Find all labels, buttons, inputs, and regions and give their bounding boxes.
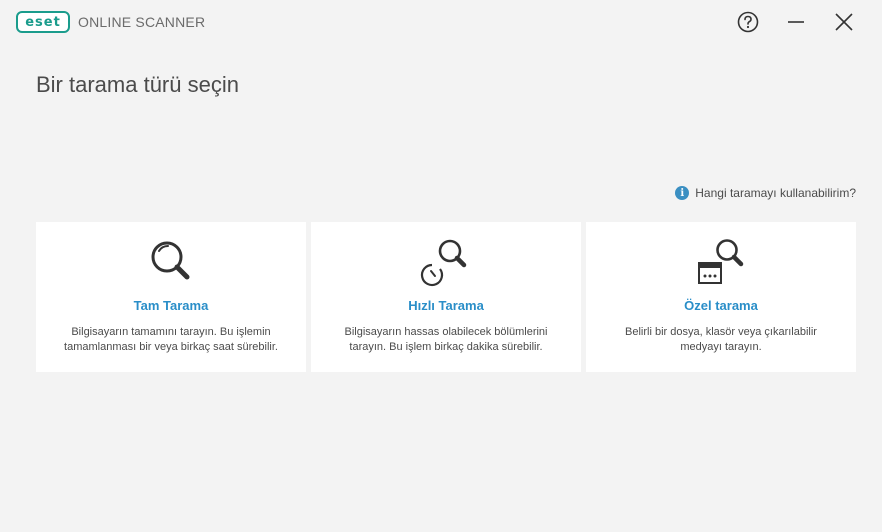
card-description: Bilgisayarın tamamını tarayın. Bu işlemi… bbox=[48, 325, 294, 355]
card-description-line: medyayı tarayın. bbox=[680, 341, 762, 353]
quick-scan-icon bbox=[418, 236, 474, 288]
help-button[interactable] bbox=[732, 8, 764, 36]
magnifier-icon bbox=[143, 236, 199, 288]
card-title: Hızlı Tarama bbox=[408, 298, 484, 313]
custom-scan-card[interactable]: Özel tarama Belirli bir dosya, klasör ve… bbox=[586, 222, 856, 372]
help-link[interactable]: i Hangi taramayı kullanabilirim? bbox=[675, 186, 856, 200]
close-icon bbox=[835, 13, 853, 31]
minimize-button[interactable] bbox=[780, 8, 812, 36]
eset-online-scanner-window: eset ONLINE SCANNER Bir tarama türü seçi… bbox=[0, 0, 882, 532]
card-title: Özel tarama bbox=[684, 298, 758, 313]
card-description-line: Bilgisayarın hassas olabilecek bölümleri… bbox=[344, 326, 548, 338]
title-bar: eset ONLINE SCANNER bbox=[0, 0, 882, 44]
minimize-icon bbox=[788, 21, 804, 23]
card-title: Tam Tarama bbox=[133, 298, 209, 313]
card-description-line: Bilgisayarın tamamını tarayın. Bu işlemi… bbox=[71, 326, 271, 338]
quick-scan-card[interactable]: Hızlı Tarama Bilgisayarın hassas olabile… bbox=[311, 222, 581, 372]
eset-logo: eset bbox=[16, 11, 70, 33]
card-description: Bilgisayarın hassas olabilecek bölümleri… bbox=[329, 325, 564, 355]
logo-text: eset bbox=[25, 14, 61, 30]
page-title: Bir tarama türü seçin bbox=[36, 72, 239, 97]
info-icon: i bbox=[675, 186, 690, 200]
custom-scan-icon bbox=[693, 236, 749, 288]
help-link-label: Hangi taramayı kullanabilirim? bbox=[695, 186, 856, 200]
full-scan-card[interactable]: Tam Tarama Bilgisayarın tamamını tarayın… bbox=[36, 222, 306, 372]
scan-type-cards: Tam Tarama Bilgisayarın tamamını tarayın… bbox=[36, 222, 856, 372]
card-description-line: tamamlanması bir veya birkaç saat sürebi… bbox=[64, 341, 278, 353]
product-name: ONLINE SCANNER bbox=[78, 14, 206, 30]
card-description: Belirli bir dosya, klasör veya çıkarılab… bbox=[609, 325, 833, 355]
card-description-line: tarayın. Bu işlem birkaç dakika sürebili… bbox=[349, 341, 543, 353]
close-button[interactable] bbox=[828, 8, 860, 36]
question-circle-icon bbox=[737, 11, 759, 33]
card-description-line: Belirli bir dosya, klasör veya çıkarılab… bbox=[625, 326, 817, 338]
